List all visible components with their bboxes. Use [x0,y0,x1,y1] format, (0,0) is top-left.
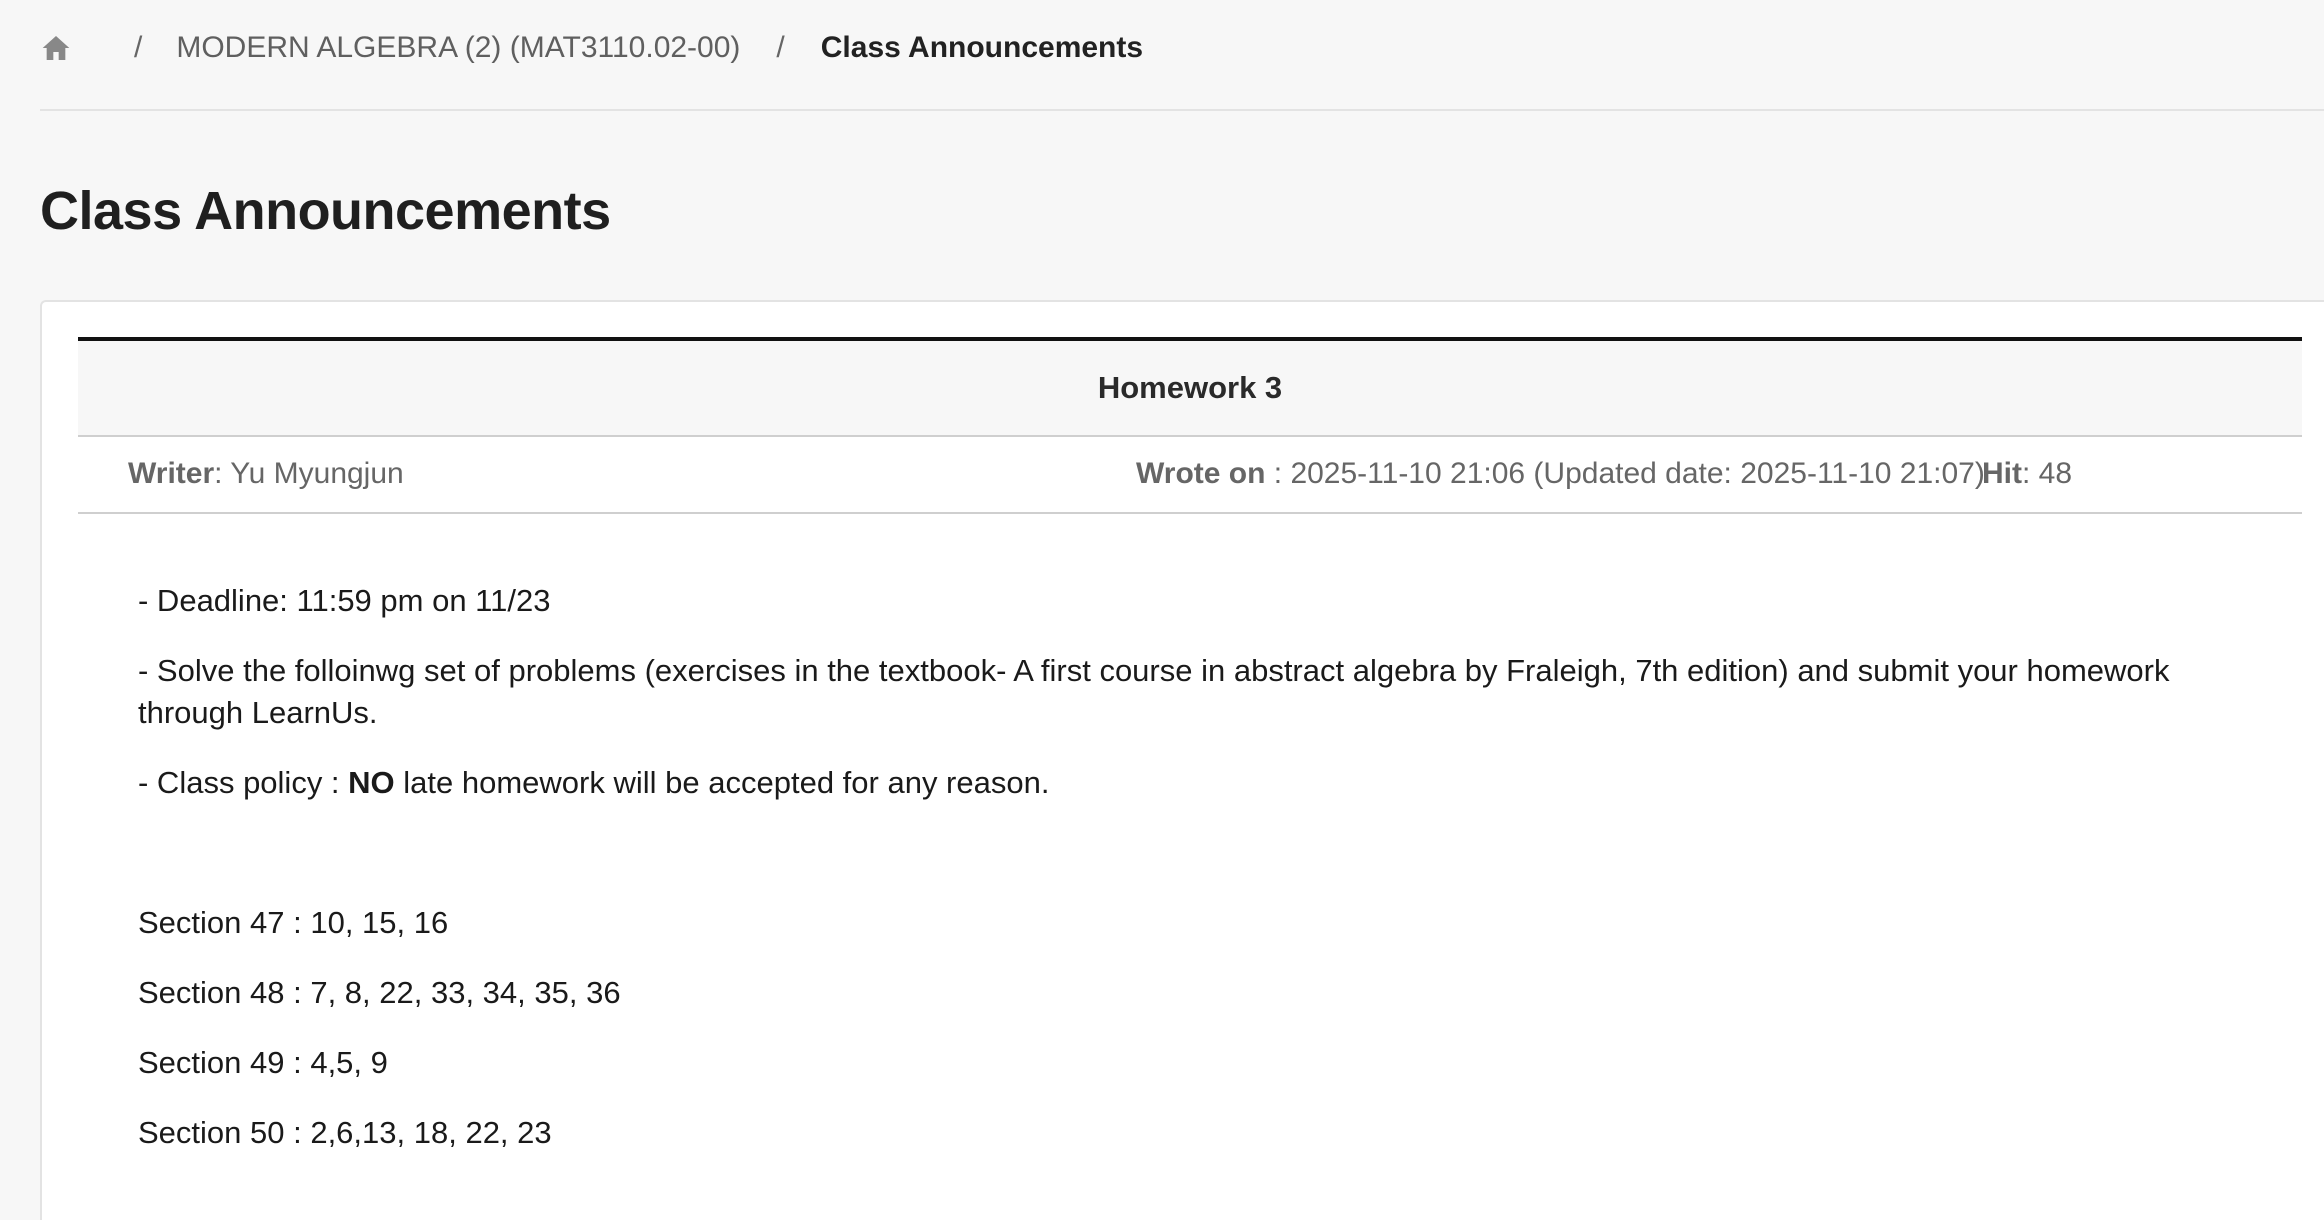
writer-label: Writer [128,457,215,490]
breadcrumb-course-link[interactable]: MODERN ALGEBRA (2) (MAT3110.02-00) [176,31,740,65]
breadcrumb-separator: / [776,30,785,64]
writer-value: : Yu Myungjun [214,457,404,490]
section-item: Section 50 : 2,6,13, 18, 22, 23 [138,1115,552,1150]
hit-value: : 48 [2022,457,2073,490]
post-hit-count: Hit: 48 [1982,457,2072,491]
policy-text: - Class policy : NO late homework will b… [138,762,2278,804]
policy-suffix: late homework will be accepted for any r… [394,765,1050,800]
page-title: Class Announcements [40,181,611,241]
policy-prefix: - Class policy : [138,765,349,800]
breadcrumb: / MODERN ALGEBRA (2) (MAT3110.02-00) / C… [40,0,2324,111]
section-item: Section 49 : 4,5, 9 [138,1045,388,1080]
wrote-on-label: Wrote on [1136,457,1266,490]
section-item: Section 47 : 10, 15, 16 [138,905,449,940]
post-date: Wrote on : 2025-11-10 21:06 (Updated dat… [1136,457,1985,491]
breadcrumb-current: Class Announcements [820,30,1144,64]
announcement-card: Homework 3 Writer: Yu Myungjun Wrote on … [40,300,2324,1220]
hit-label: Hit [1982,457,2022,490]
instructions-text: - Solve the folloinwg set of problems (e… [138,653,2170,730]
post-meta: Writer: Yu Myungjun Wrote on : 2025-11-1… [78,437,2302,514]
post-title: Homework 3 [1097,370,1283,405]
post-body: - Deadline: 11:59 pm on 11/23 - Solve th… [138,580,2278,1182]
post-writer: Writer: Yu Myungjun [128,457,404,491]
post-title-row: Homework 3 [78,337,2302,437]
breadcrumb-separator: / [134,30,143,64]
home-icon[interactable] [40,32,72,64]
section-item: Section 48 : 7, 8, 22, 33, 34, 35, 36 [138,975,621,1010]
deadline-text: - Deadline: 11:59 pm on 11/23 [138,583,551,618]
policy-emphasis: NO [348,765,395,800]
wrote-on-value: : 2025-11-10 21:06 (Updated date: 2025-1… [1265,457,1985,490]
